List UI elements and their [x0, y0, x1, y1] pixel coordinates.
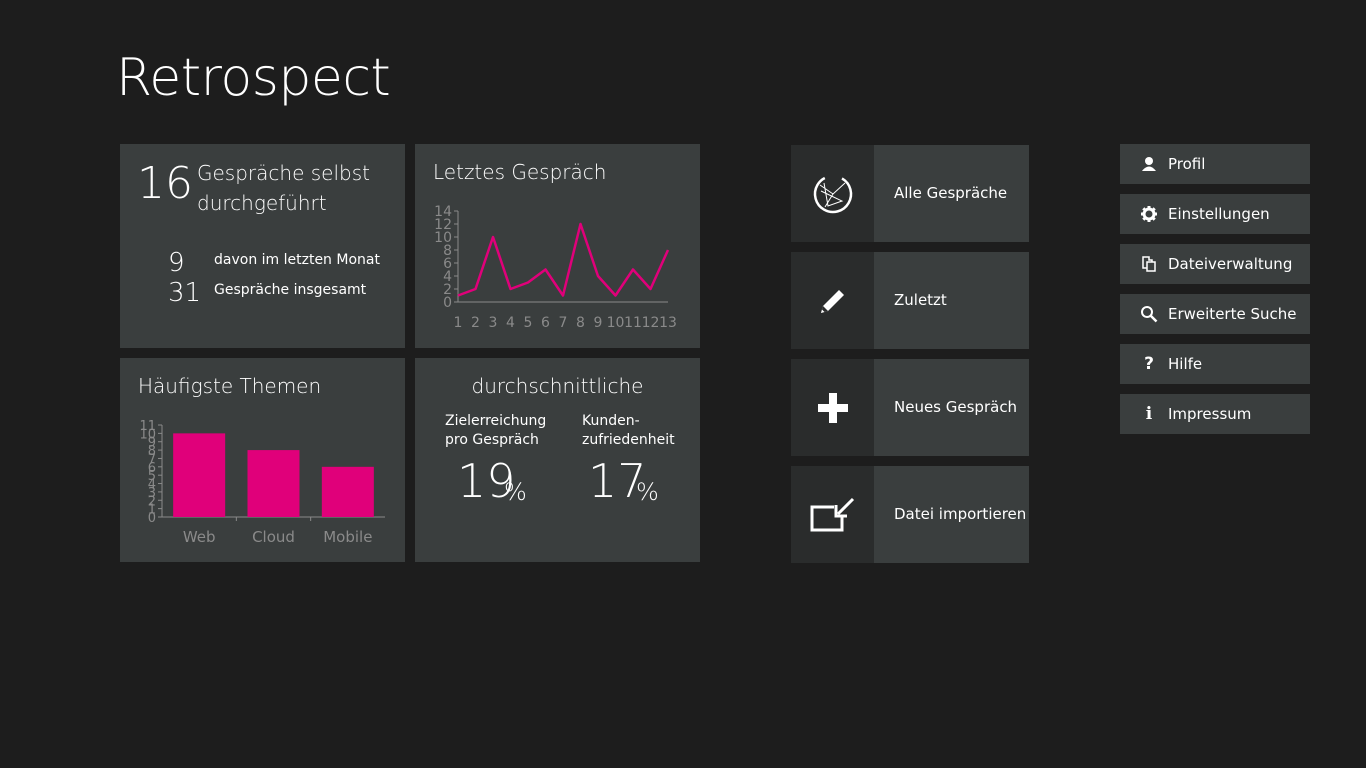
bar-chart: 01234567891011Web Cloud Mobile	[139, 419, 385, 546]
self-count: 16	[137, 158, 193, 209]
x-tick-label: 4	[506, 315, 515, 331]
plus-icon	[791, 359, 874, 456]
x-tick-label: Mobile	[323, 528, 372, 546]
topics-tile[interactable]: Häufigste Themen 0 1 2 3 4 5 6 7 8 9 10 11 Web Cloud M…	[120, 358, 405, 562]
goal-label: Zielerreichung pro Gespräch	[445, 412, 546, 450]
info-icon: i	[1145, 404, 1153, 424]
x-tick-label: 8	[576, 315, 585, 331]
satisfaction-label-line-1: Kunden-	[582, 413, 640, 429]
app-title: Retrospect	[116, 48, 391, 108]
search-icon	[1138, 294, 1160, 334]
new-talk-label: Neues Gespräch	[894, 398, 1018, 416]
x-tick-label: 12	[642, 315, 660, 331]
user-icon	[1138, 144, 1160, 184]
x-tick-label: Web	[183, 528, 216, 546]
help-icon: ?	[1144, 354, 1154, 374]
recently-edited-label: Zuletzt bearbeitet	[894, 291, 972, 406]
menu-item-help[interactable]: ? Hilfe	[1120, 344, 1310, 384]
month-label: davon im letzten Monat	[214, 252, 380, 268]
new-talk-button[interactable]: Neues Gespräch	[791, 359, 1029, 456]
x-tick-label: 10	[607, 315, 625, 331]
last-talk-tile[interactable]: Letztes Gespräch 0 2 4 6 8 10 12 14 1 2 3 4 5 6 7 8 9 10 1…	[415, 144, 700, 348]
series-line	[457, 222, 670, 297]
bar	[321, 466, 374, 517]
menu-label: Dateiverwaltung	[1168, 255, 1293, 273]
menu-label: Einstellungen	[1168, 205, 1270, 223]
files-icon	[1138, 244, 1160, 284]
menu-label: Impressum	[1168, 405, 1252, 423]
averages-tile[interactable]: durchschnittliche Zielerreichung pro Ges…	[415, 358, 700, 562]
menu-item-advanced-search[interactable]: Erweiterte Suche	[1120, 294, 1310, 334]
menu-item-imprint[interactable]: i Impressum	[1120, 394, 1310, 434]
self-label: Gespräche selbst durchgeführt	[197, 161, 370, 215]
pencil-icon	[791, 252, 874, 349]
x-tick-label: 5	[524, 315, 533, 331]
month-count: 9	[168, 248, 185, 278]
averages-title: durchschnittliche	[471, 374, 644, 398]
goal-label-line-1: Zielerreichung	[445, 413, 547, 429]
menu-item-settings[interactable]: Einstellungen	[1120, 194, 1310, 234]
line-chart: 024681012141 2 3 4 5 6 7 8 9 10 11 12 13	[434, 204, 677, 331]
x-tick-label: 9	[594, 315, 603, 331]
all-talks-button[interactable]: Alle Gespräche	[791, 145, 1029, 242]
satisfaction-label: Kunden- zufriedenheit	[582, 412, 675, 450]
pie-chart-icon	[791, 145, 874, 242]
x-tick-label: 2	[471, 315, 480, 331]
total-count: 31	[168, 278, 202, 308]
x-tick-label: 6	[541, 315, 550, 331]
goal-unit: %	[504, 478, 527, 506]
import-icon	[791, 466, 874, 563]
menu-label: Profil	[1168, 155, 1206, 173]
gear-icon	[1138, 194, 1160, 234]
all-talks-label: Alle Gespräche	[894, 184, 1008, 202]
total-label: Gespräche insgesamt	[214, 282, 367, 298]
y-tick-label: 14	[434, 204, 452, 220]
satisfaction-label-line-2: zufriedenheit	[582, 432, 675, 448]
recently-edited-button[interactable]: Zuletzt bearbeitet	[791, 252, 1029, 406]
import-file-label: Datei importieren	[894, 505, 1027, 523]
x-tick-label: Cloud	[252, 528, 295, 546]
x-tick-label: 13	[659, 315, 677, 331]
x-tick-label: 1	[454, 315, 463, 331]
x-tick-label: 3	[489, 315, 498, 331]
stats-tile[interactable]: 16 Gespräche selbst durchgeführt 9 davon…	[120, 144, 405, 348]
bar	[247, 450, 300, 517]
x-tick-label: 7	[559, 315, 568, 331]
y-tick-label: 11	[139, 419, 156, 434]
menu-item-profile[interactable]: Profil	[1120, 144, 1310, 184]
bar	[173, 433, 226, 517]
satisfaction-unit: %	[636, 478, 659, 506]
import-file-button[interactable]: Datei importieren	[791, 466, 1029, 563]
menu-item-file-management[interactable]: Dateiverwaltung	[1120, 244, 1310, 284]
menu-label: Hilfe	[1168, 355, 1203, 373]
menu-label: Erweiterte Suche	[1168, 305, 1297, 323]
goal-label-line-2: pro Gespräch	[445, 432, 539, 448]
x-tick-label: 11	[624, 315, 642, 331]
